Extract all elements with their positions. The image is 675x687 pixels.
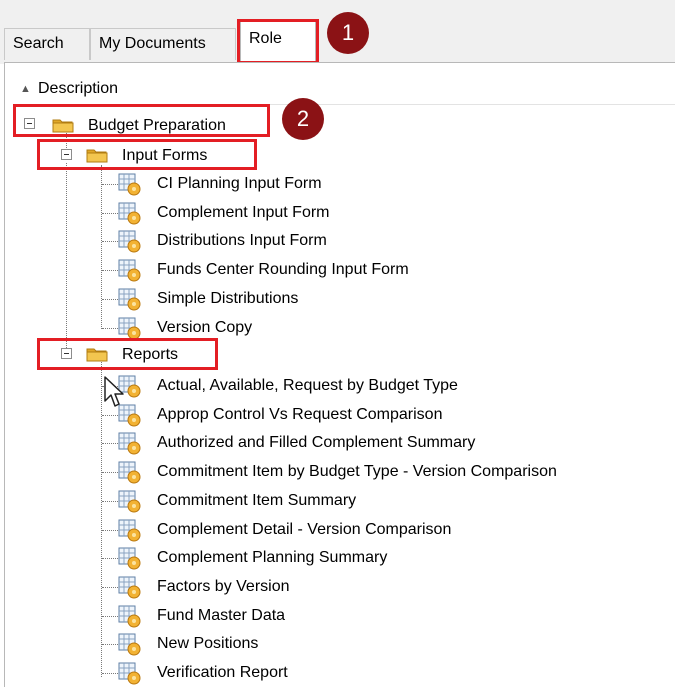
tree-leaf-label: Approp Control Vs Request Comparison <box>157 405 443 423</box>
tree-connector-line <box>102 298 118 300</box>
tree-connector-line <box>102 615 118 617</box>
report-form-icon <box>118 259 141 282</box>
column-header-label: Description <box>38 80 119 97</box>
tree-leaf[interactable]: Actual, Available, Request by Budget Typ… <box>0 372 600 400</box>
tree-connector-line <box>102 327 118 329</box>
collapse-toggle[interactable] <box>61 149 72 160</box>
tree-connector-line <box>102 673 118 674</box>
tree-leaf[interactable]: Complement Planning Summary <box>0 544 600 572</box>
tree-leaf[interactable]: Version Copy <box>0 314 600 342</box>
tree-leaf-label: Authorized and Filled Complement Summary <box>157 434 476 452</box>
collapse-toggle[interactable] <box>24 118 35 129</box>
tree-leaf-label: Simple Distributions <box>157 289 299 307</box>
report-form-icon <box>118 202 141 225</box>
tree-leaf-label: Complement Detail - Version Comparison <box>157 520 452 538</box>
report-form-icon <box>118 633 141 656</box>
tree-leaf-label: Complement Planning Summary <box>157 549 388 567</box>
tree-connector-line <box>102 212 118 214</box>
report-form-icon <box>118 288 141 311</box>
folder-open-icon <box>86 149 108 163</box>
tree-leaf[interactable]: CI Planning Input Form <box>0 170 600 198</box>
tree-leaf-label: Actual, Available, Request by Budget Typ… <box>157 377 458 394</box>
tree-leaf-label: Verification Report <box>157 664 288 681</box>
report-form-icon <box>118 605 141 628</box>
tab-role[interactable]: Role <box>240 20 316 62</box>
tree-leaf[interactable]: Approp Control Vs Request Comparison <box>0 401 600 429</box>
callout-badge-1: 1 <box>327 12 369 54</box>
tree-leaf[interactable]: New Positions <box>0 630 600 658</box>
report-form-icon <box>118 173 141 196</box>
tree-connector-line <box>102 443 118 445</box>
tree-connector-line <box>102 414 118 416</box>
tree-node-budget-preparation[interactable]: Budget Preparation <box>88 116 226 136</box>
collapse-toggle[interactable] <box>61 348 72 359</box>
sort-ascending-icon: ▲ <box>20 83 31 95</box>
tree-connector-line <box>102 472 118 474</box>
tree-leaf[interactable]: Verification Report <box>0 659 600 687</box>
tree-leaf-label: Version Copy <box>157 318 253 336</box>
report-form-icon <box>118 519 141 541</box>
tree-connector-line <box>102 184 118 185</box>
report-form-icon <box>118 662 141 685</box>
tree-leaf-label: New Positions <box>157 635 259 653</box>
folder-open-icon <box>52 119 74 133</box>
tree-leaf-label: Funds Center Rounding Input Form <box>157 261 409 279</box>
tab-my-documents[interactable]: My Documents <box>90 28 236 60</box>
report-form-icon <box>118 317 141 339</box>
tree-connector-line <box>102 558 118 560</box>
tree-connector-line <box>102 241 118 243</box>
tree-leaf[interactable]: Complement Detail - Version Comparison <box>0 516 600 544</box>
tree-leaf-label: Commitment Item Summary <box>157 491 357 509</box>
tree-connector-line <box>102 644 118 646</box>
tree-connector-line <box>102 586 118 588</box>
tree-leaf-label: Fund Master Data <box>157 606 286 624</box>
tree-node-reports[interactable]: Reports <box>122 345 178 365</box>
folder-open-icon <box>86 348 108 362</box>
callout-badge-2: 2 <box>282 98 324 140</box>
report-form-icon <box>118 432 141 455</box>
report-form-icon <box>118 576 141 599</box>
tree-leaf[interactable]: Simple Distributions <box>0 285 600 313</box>
tree-leaf[interactable]: Fund Master Data <box>0 602 600 630</box>
tree-leaf-label: CI Planning Input Form <box>157 175 322 192</box>
column-header-description[interactable]: ▲ Description <box>14 76 675 105</box>
tree-connector-line <box>102 500 118 502</box>
tree-leaf[interactable]: Commitment Item by Budget Type - Version… <box>0 458 600 486</box>
tree-node-input-forms[interactable]: Input Forms <box>122 146 207 166</box>
tree-leaf[interactable]: Commitment Item Summary <box>0 487 600 515</box>
tree-connector-line <box>102 529 118 531</box>
report-form-icon <box>118 490 141 513</box>
tree-leaf[interactable]: Factors by Version <box>0 573 600 601</box>
tree-leaf[interactable]: Funds Center Rounding Input Form <box>0 256 600 284</box>
tab-search[interactable]: Search <box>4 28 90 60</box>
report-form-icon <box>118 230 141 253</box>
tree-leaf-label: Complement Input Form <box>157 203 330 221</box>
report-form-icon <box>118 461 141 484</box>
report-form-icon <box>118 547 141 570</box>
tree-leaf[interactable]: Complement Input Form <box>0 199 600 227</box>
tree-leaf[interactable]: Distributions Input Form <box>0 227 600 255</box>
tree-connector-line <box>102 270 118 272</box>
tree-leaf-label: Factors by Version <box>157 577 290 595</box>
tree-leaf[interactable]: Authorized and Filled Complement Summary <box>0 429 600 457</box>
tree-leaf-label: Distributions Input Form <box>157 232 327 250</box>
tree-leaf-label: Commitment Item by Budget Type - Version… <box>157 463 557 481</box>
mouse-pointer-icon <box>104 376 124 407</box>
